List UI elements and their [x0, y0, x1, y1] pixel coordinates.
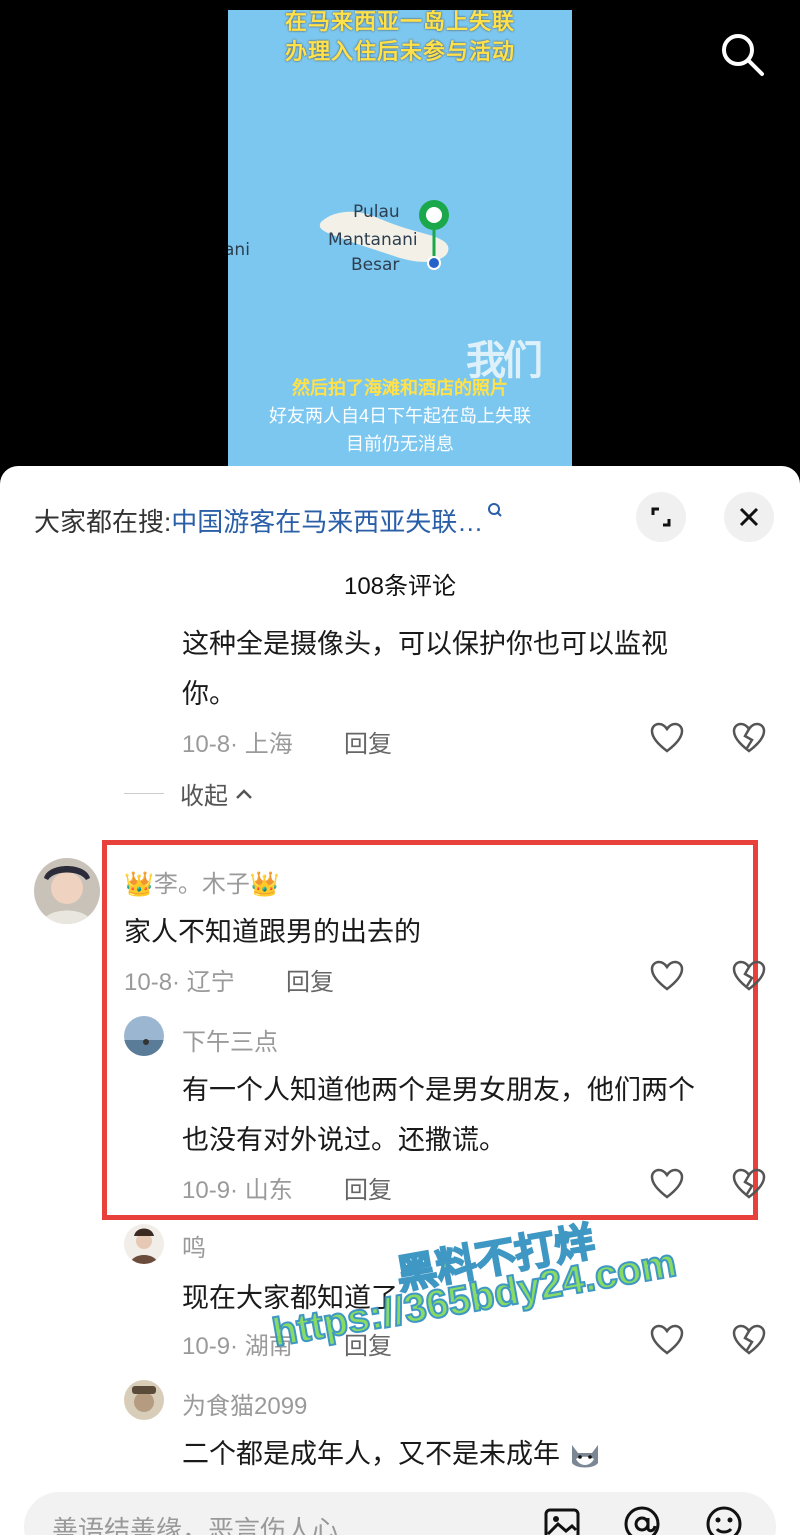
username: 为食猫2099: [182, 1393, 308, 1420]
comment-meta: 10-8· 辽宁: [124, 969, 235, 996]
video-subtitle: 然后拍了海滩和酒店的照片: [292, 378, 508, 398]
video-frame[interactable]: 在马来西亚一岛上失联 办理入住后未参与活动 Pulau Mantanani Be…: [228, 10, 572, 470]
dislike-icon[interactable]: [732, 722, 766, 754]
dislike-icon[interactable]: [732, 1168, 766, 1200]
comment-meta: 10-9· 山东: [182, 1177, 293, 1204]
avatar[interactable]: [124, 1016, 164, 1056]
map-label: Besar: [351, 255, 400, 275]
husky-emoji-icon: [571, 1444, 598, 1468]
reply-button[interactable]: 回复: [344, 724, 392, 759]
collapse-replies-button[interactable]: 收起: [124, 776, 254, 811]
map-label: Mantanani: [328, 230, 418, 250]
like-icon[interactable]: [650, 722, 684, 754]
comment-text: 有一个人知道他两个是男女朋友，他们两个: [182, 1075, 695, 1105]
mini-search-icon: [487, 502, 503, 525]
hot-search-label: 大家都在搜:: [34, 507, 172, 537]
expand-icon: [651, 507, 671, 527]
video-subtitle: 好友两人自4日下午起在岛上失联: [268, 406, 531, 426]
collapse-label: 收起: [180, 783, 228, 810]
comment-count: 108条评论: [343, 573, 457, 600]
dislike-icon[interactable]: [732, 960, 766, 992]
username: 👑李。木子👑: [124, 871, 280, 898]
chevron-up-icon: [236, 788, 252, 799]
video-title-line1: 在马来西亚一岛上失联: [284, 10, 515, 34]
video-subtitle: 目前仍无消息: [346, 434, 454, 454]
comment-text: 家人不知道跟男的出去的: [124, 917, 421, 947]
comment-sheet: 大家都在搜:中国游客在马来西亚失联… 108条评论 这种全是摄像头，可以保护你也…: [0, 466, 800, 1535]
expand-button[interactable]: [636, 492, 686, 542]
comment-text: 二个都是成年人，又不是未成年: [182, 1432, 602, 1471]
username: 下午三点: [182, 1029, 278, 1056]
video-player[interactable]: 在马来西亚一岛上失联 办理入住后未参与活动 Pulau Mantanani Be…: [0, 0, 800, 470]
comment-text: 也没有对外说过。还撒谎。: [182, 1125, 506, 1155]
like-icon[interactable]: [650, 1168, 684, 1200]
avatar[interactable]: [124, 1224, 164, 1264]
reply-button[interactable]: 回复: [344, 1170, 392, 1205]
like-icon[interactable]: [650, 1324, 684, 1356]
divider: [124, 793, 164, 794]
username: 鸣: [182, 1235, 206, 1262]
emoji-icon[interactable]: [704, 1504, 744, 1535]
comment-text: 你。: [182, 679, 236, 709]
dislike-icon[interactable]: [732, 1324, 766, 1356]
close-icon: [739, 507, 759, 527]
image-icon[interactable]: [542, 1504, 582, 1535]
crown-icon: 👑: [124, 871, 154, 898]
video-title-line2: 办理入住后未参与活动: [284, 39, 515, 64]
comment-meta: 10-8· 上海: [182, 731, 293, 758]
like-icon[interactable]: [650, 960, 684, 992]
mention-icon[interactable]: [622, 1504, 662, 1535]
comment-text: 这种全是摄像头，可以保护你也可以监视: [182, 629, 668, 659]
hot-search-bar[interactable]: 大家都在搜:中国游客在马来西亚失联…: [34, 502, 503, 539]
comment-input[interactable]: 善语结善缘，恶言伤人心: [24, 1492, 776, 1535]
map-label: Pulau: [353, 202, 400, 222]
search-icon[interactable]: [718, 30, 766, 78]
location-pin-icon: [419, 200, 449, 270]
map-label: ani: [228, 240, 250, 260]
hot-search-link[interactable]: 中国游客在马来西亚失联…: [171, 507, 483, 537]
reply-button[interactable]: 回复: [286, 962, 334, 997]
crown-icon: 👑: [249, 871, 280, 898]
comment-input-placeholder: 善语结善缘，恶言伤人心: [52, 1515, 339, 1535]
close-button[interactable]: [724, 492, 774, 542]
avatar[interactable]: [124, 1380, 164, 1420]
avatar[interactable]: [34, 858, 100, 924]
